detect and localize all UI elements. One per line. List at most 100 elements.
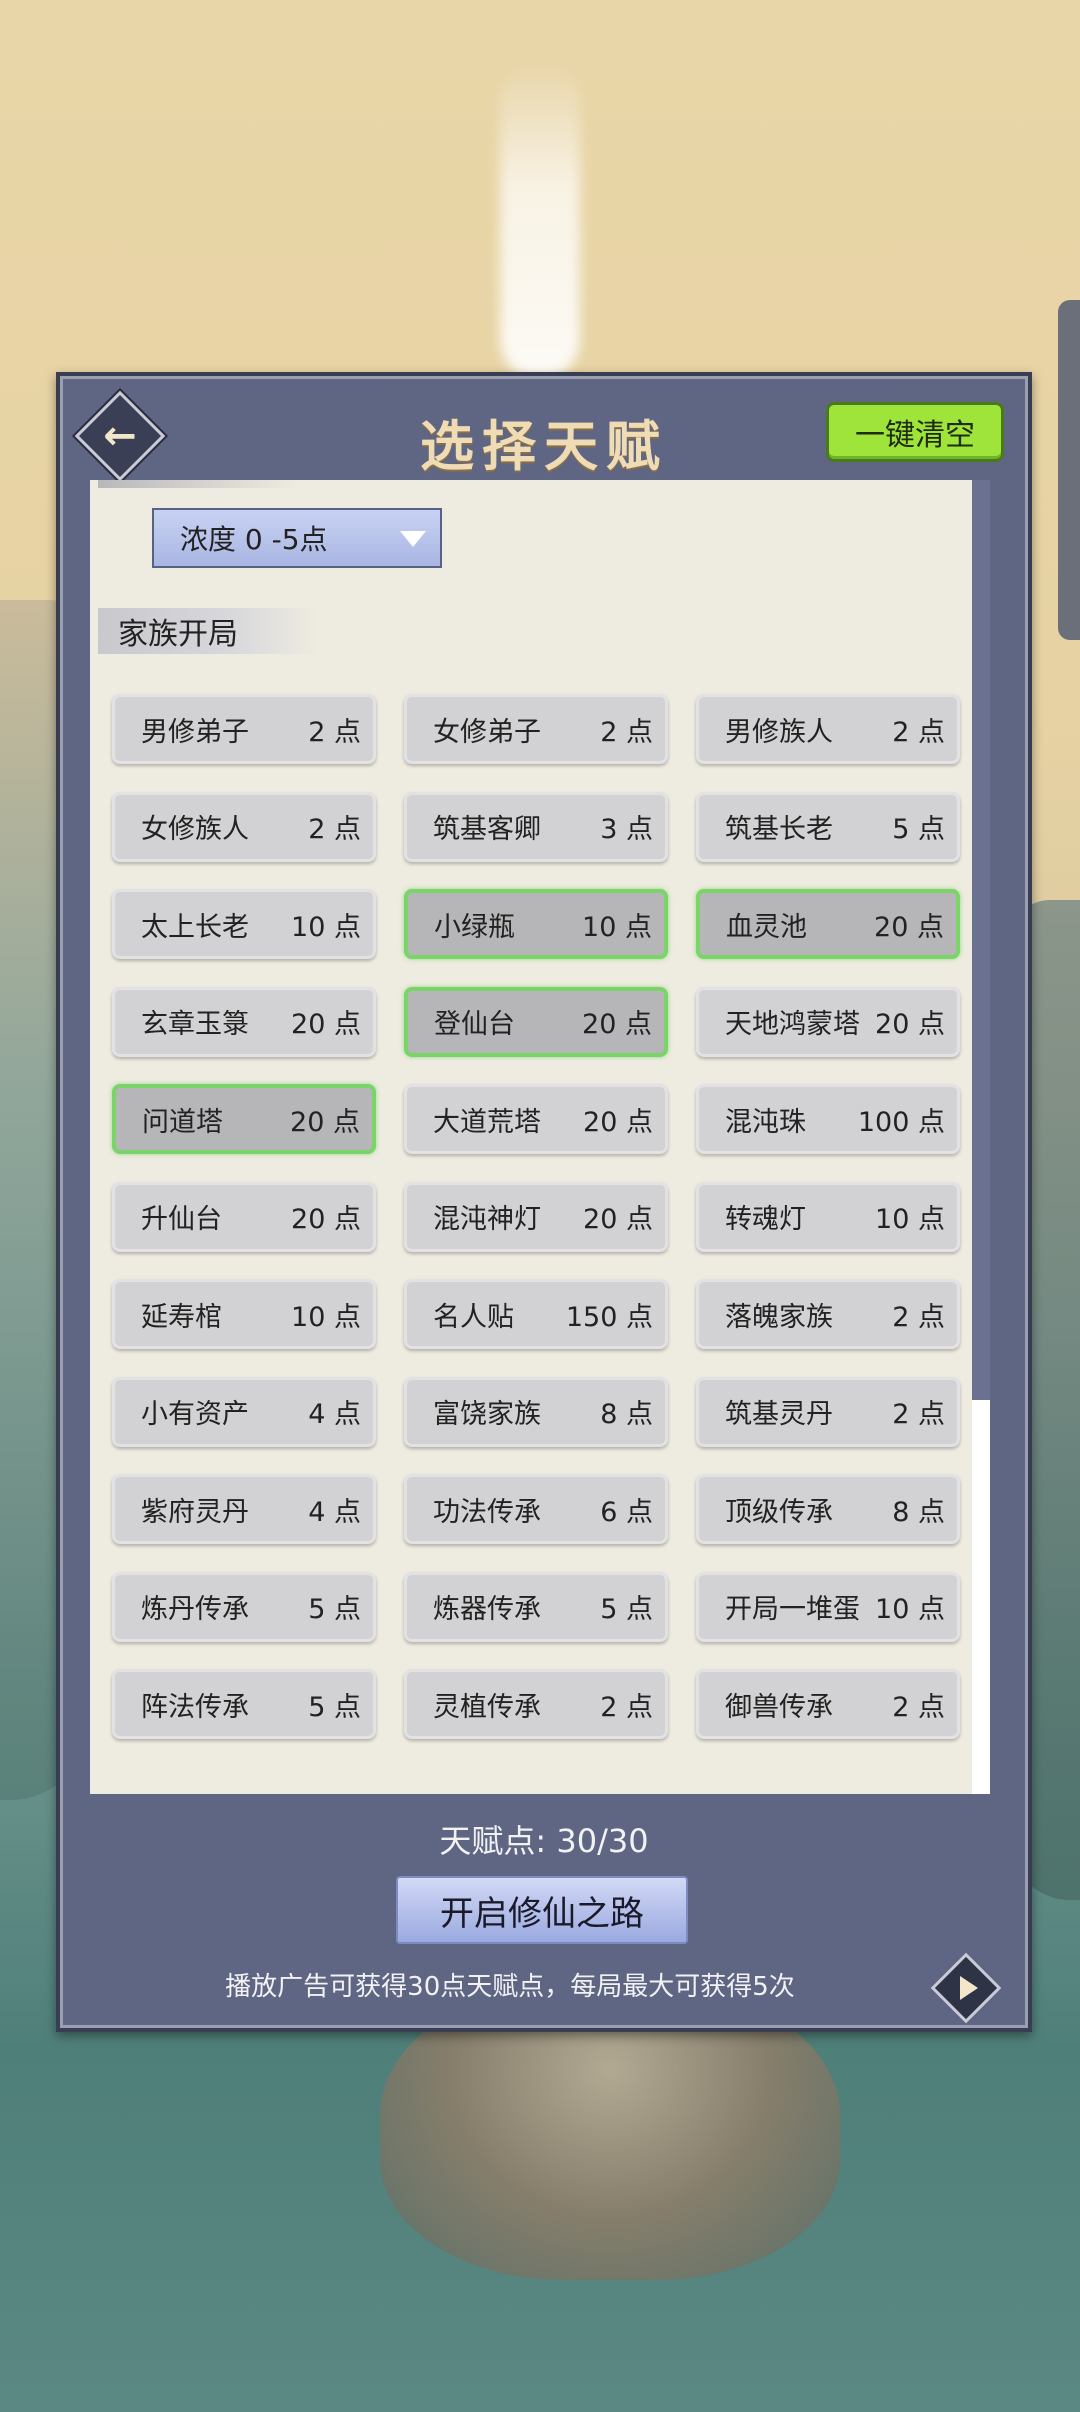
play-icon	[960, 1976, 978, 2000]
talent-cost: 5 点	[308, 1594, 361, 1625]
ad-reward-text: 播放广告可获得30点天赋点，每局最大可获得5次	[225, 1972, 795, 2002]
talent-option[interactable]: 顶级传承 8 点	[696, 1474, 960, 1544]
talent-cost: 2 点	[308, 716, 361, 748]
talent-name: 筑基灵丹	[725, 1399, 833, 1430]
talent-option[interactable]: 女修族人 2 点	[112, 791, 376, 862]
talent-name: 富饶家族	[433, 1399, 541, 1430]
talent-name: 紫府灵丹	[141, 1496, 249, 1528]
smoke-plume	[500, 60, 580, 380]
play-ad-button[interactable]	[930, 1952, 1002, 2024]
talent-option[interactable]: 大道荒塔 20 点	[404, 1084, 668, 1154]
talent-option[interactable]: 问道塔 20 点	[112, 1084, 376, 1154]
talent-option[interactable]: 阵法传承 5 点	[112, 1669, 376, 1739]
talent-cost: 2 点	[308, 814, 361, 845]
talent-cost: 150 点	[565, 1301, 653, 1333]
talent-cost: 10 点	[875, 1204, 945, 1235]
talent-cost: 20 点	[875, 1009, 945, 1040]
talent-option[interactable]: 灵植传承 2 点	[404, 1669, 668, 1739]
dropdown-value: 浓度 0 -5点	[180, 523, 328, 556]
talent-option[interactable]: 小有资产 4 点	[112, 1376, 376, 1447]
talent-option[interactable]: 女修弟子 2 点	[404, 694, 668, 764]
talent-option[interactable]: 名人贴 150 点	[404, 1279, 668, 1349]
talent-name: 筑基长老	[725, 814, 833, 845]
start-cultivation-button[interactable]: 开启修仙之路	[396, 1876, 688, 1944]
talent-option[interactable]: 混沌珠 100 点	[696, 1084, 960, 1154]
talent-name: 功法传承	[433, 1496, 541, 1528]
talent-option[interactable]: 天地鸿蒙塔 20 点	[696, 986, 960, 1057]
talent-name: 炼器传承	[433, 1594, 541, 1625]
talent-option[interactable]: 男修族人 2 点	[696, 694, 960, 764]
talent-name: 女修族人	[141, 814, 249, 845]
talent-cost: 2 点	[892, 1301, 945, 1333]
talent-option[interactable]: 御兽传承 2 点	[696, 1669, 960, 1739]
talent-name: 玄章玉箓	[141, 1009, 249, 1040]
talent-cost: 20 点	[291, 1204, 361, 1235]
talent-cost: 20 点	[874, 911, 944, 943]
talent-cost: 20 点	[583, 1106, 653, 1138]
talent-option[interactable]: 炼器传承 5 点	[404, 1571, 668, 1642]
talent-cost: 10 点	[291, 911, 361, 943]
section-title: 家族开局	[98, 608, 318, 654]
talent-option[interactable]: 登仙台 20 点	[404, 986, 668, 1057]
talent-name: 男修族人	[725, 716, 833, 748]
talent-option[interactable]: 小绿瓶 10 点	[404, 889, 668, 959]
talent-name: 转魂灯	[725, 1204, 806, 1235]
talent-cost: 20 点	[583, 1204, 653, 1235]
talent-option[interactable]: 炼丹传承 5 点	[112, 1571, 376, 1642]
talent-option[interactable]: 筑基灵丹 2 点	[696, 1376, 960, 1447]
talent-option[interactable]: 转魂灯 10 点	[696, 1181, 960, 1252]
talent-option[interactable]: 紫府灵丹 4 点	[112, 1474, 376, 1544]
talent-option[interactable]: 落魄家族 2 点	[696, 1279, 960, 1349]
talent-name: 天地鸿蒙塔	[725, 1009, 860, 1040]
talent-option[interactable]: 升仙台 20 点	[112, 1181, 376, 1252]
talent-name: 顶级传承	[725, 1496, 833, 1528]
talent-name: 登仙台	[434, 1009, 515, 1040]
talent-option[interactable]: 太上长老 10 点	[112, 889, 376, 959]
talent-name: 血灵池	[726, 911, 807, 943]
talent-name: 小有资产	[141, 1399, 249, 1430]
talent-cost: 5 点	[600, 1594, 653, 1625]
talent-option[interactable]: 筑基客卿 3 点	[404, 791, 668, 862]
clear-all-button[interactable]: 一键清空	[826, 402, 1004, 462]
talent-name: 落魄家族	[725, 1301, 833, 1333]
scrollbar-thumb[interactable]	[972, 480, 990, 1400]
talent-cost: 4 点	[308, 1399, 361, 1430]
concentration-dropdown[interactable]: 浓度 0 -5点	[152, 508, 442, 568]
talent-cost: 100 点	[857, 1106, 945, 1138]
talent-cost: 5 点	[308, 1691, 361, 1723]
talent-cost: 10 点	[875, 1594, 945, 1625]
talent-cost: 8 点	[892, 1496, 945, 1528]
talent-cost: 5 点	[892, 814, 945, 845]
talent-name: 升仙台	[141, 1204, 222, 1235]
talent-name: 开局一堆蛋	[725, 1594, 860, 1625]
talent-option[interactable]: 玄章玉箓 20 点	[112, 986, 376, 1057]
talent-cost: 2 点	[892, 716, 945, 748]
talent-option[interactable]: 富饶家族 8 点	[404, 1376, 668, 1447]
talent-name: 小绿瓶	[434, 911, 515, 943]
scrollbar-track[interactable]	[972, 480, 990, 1794]
dropdown-arrow-icon	[400, 531, 426, 547]
talent-cost: 10 点	[582, 911, 652, 943]
talent-name: 问道塔	[142, 1106, 223, 1138]
talent-option[interactable]: 男修弟子 2 点	[112, 694, 376, 764]
talent-list-area[interactable]: 浓度 0 -5点 家族开局 男修弟子 2 点女修弟子 2 点男修族人 2 点女修族人 2…	[90, 480, 990, 1794]
talent-cost: 3 点	[600, 814, 653, 845]
talent-name: 阵法传承	[141, 1691, 249, 1723]
talent-option[interactable]: 开局一堆蛋 10 点	[696, 1571, 960, 1642]
talent-cost: 20 点	[290, 1106, 360, 1138]
talent-name: 御兽传承	[725, 1691, 833, 1723]
talent-cost: 6 点	[600, 1496, 653, 1528]
talent-cost: 20 点	[291, 1009, 361, 1040]
talent-name: 男修弟子	[141, 716, 249, 748]
talent-cost: 10 点	[291, 1301, 361, 1333]
talent-option[interactable]: 混沌神灯 20 点	[404, 1181, 668, 1252]
talent-option[interactable]: 筑基长老 5 点	[696, 791, 960, 862]
talent-option[interactable]: 功法传承 6 点	[404, 1474, 668, 1544]
talent-option[interactable]: 血灵池 20 点	[696, 889, 960, 959]
talent-name: 筑基客卿	[433, 814, 541, 845]
talent-option[interactable]: 延寿棺 10 点	[112, 1279, 376, 1349]
side-drawer-tab[interactable]	[1058, 300, 1080, 640]
talent-name: 炼丹传承	[141, 1594, 249, 1625]
talent-name: 混沌神灯	[433, 1204, 541, 1235]
talent-cost: 4 点	[308, 1496, 361, 1528]
